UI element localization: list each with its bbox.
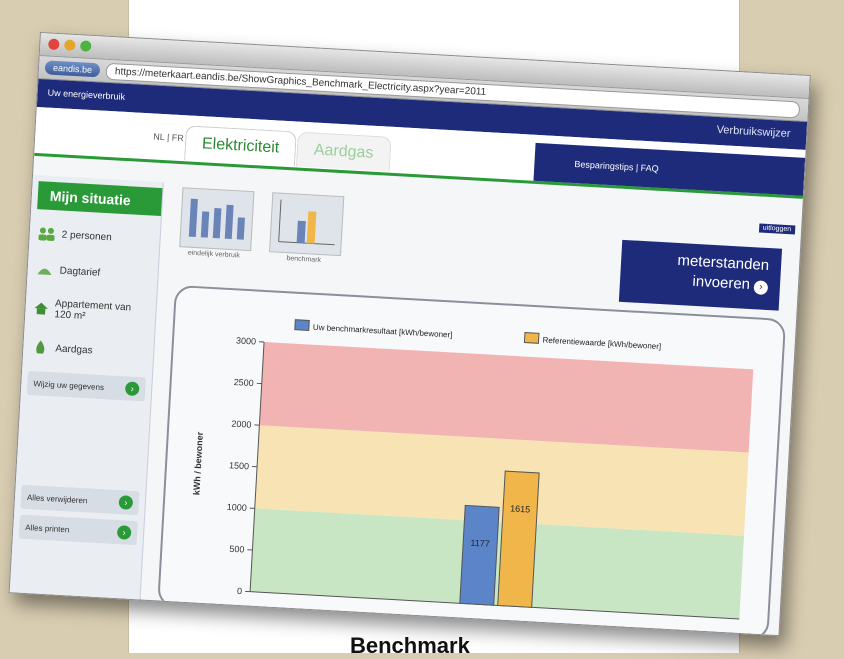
thumb-benchmark[interactable]: benchmark (269, 192, 343, 265)
bar-chart-thumbnail (179, 187, 254, 251)
legend-label: Uw benchmarkresultaat [kWh/bewoner] (313, 323, 453, 340)
bar-value-label: 1615 (510, 503, 531, 514)
logout-button[interactable]: uitloggen (759, 223, 796, 234)
legend-label: Referentiewaarde [kWh/bewoner] (542, 336, 661, 352)
arrow-right-icon: › (118, 495, 133, 510)
figure-caption: Benchmark (350, 633, 470, 659)
y-tick-label: 0 (237, 586, 243, 596)
remove-all-label: Alles verwijderen (27, 493, 88, 505)
remove-all-button[interactable]: Alles verwijderen › (20, 485, 139, 516)
thumb-label: benchmark (269, 254, 339, 265)
y-tick-label: 1500 (229, 460, 250, 471)
browser-window: eandis.be https://meterkaart.eandis.be/S… (9, 32, 811, 636)
sidebar-item-label: Dagtarief (59, 265, 100, 278)
sidebar-item-label: Aardgas (55, 343, 93, 356)
arrow-right-icon: › (125, 381, 140, 396)
sidebar: Mijn situatie 2 personen Dagtarief Appar… (10, 175, 164, 602)
y-tick-label: 2000 (231, 419, 252, 430)
chart-panel: 0 500 1000 1500 2000 2500 3000 kWh / bewoner 117… (157, 285, 786, 636)
tips-faq-links[interactable]: Besparingstips | FAQ (533, 143, 805, 196)
bar-value-label: 1177 (470, 538, 490, 549)
minimize-window-button[interactable] (64, 39, 76, 51)
bar-chart-thumbnail (269, 192, 344, 256)
arrow-right-icon: › (117, 525, 132, 540)
meter-icon (35, 261, 54, 278)
sidebar-item-label: Appartement van 120 m² (54, 298, 148, 325)
benchmark-chart: 0 500 1000 1500 2000 2500 3000 kWh / bewoner 117… (159, 287, 784, 636)
header-left-text: Uw energieverbruik (47, 88, 125, 102)
thumb-label: eindelijk verbruik (179, 249, 249, 260)
change-data-button[interactable]: Wijzig uw gegevens › (27, 371, 146, 402)
bar (460, 505, 499, 605)
people-icon (37, 225, 56, 242)
site-identity-badge[interactable]: eandis.be (45, 60, 101, 77)
tab-elektriciteit[interactable]: Elektriciteit (184, 125, 297, 166)
y-tick-label: 1000 (226, 502, 247, 513)
view-thumbnails: eindelijk verbruik benchmark (179, 187, 343, 265)
flame-icon (31, 339, 50, 356)
print-all-label: Alles printen (25, 522, 69, 533)
zoom-window-button[interactable] (80, 40, 92, 52)
sidebar-item-home: Appartement van 120 m² (24, 287, 156, 336)
bar (498, 471, 539, 607)
sidebar-item-gas: Aardgas (22, 329, 154, 372)
y-tick-label: 500 (229, 544, 245, 555)
language-switch[interactable]: NL | FR (153, 131, 184, 143)
tab-aardgas[interactable]: Aardgas (296, 132, 391, 172)
y-tick-label: 2500 (233, 377, 254, 388)
header-right-title: Verbruikswijzer (716, 124, 791, 140)
legend-swatch (295, 320, 310, 331)
y-axis-label: kWh / bewoner (191, 431, 205, 495)
thumb-consumption[interactable]: eindelijk verbruik (179, 187, 253, 260)
close-window-button[interactable] (48, 38, 60, 50)
sidebar-title: Mijn situatie (37, 181, 162, 216)
meter-readings-button[interactable]: meterstanden invoeren› (619, 240, 782, 311)
print-all-button[interactable]: Alles printen › (19, 515, 138, 546)
arrow-right-icon: › (753, 280, 768, 295)
legend-swatch (524, 333, 539, 344)
sidebar-item-label: 2 personen (61, 229, 112, 243)
change-data-label: Wijzig uw gegevens (33, 379, 104, 392)
house-icon (33, 300, 49, 317)
window-controls (48, 38, 92, 51)
meter-button-line2: invoeren (692, 273, 750, 293)
y-tick-label: 3000 (236, 335, 257, 346)
